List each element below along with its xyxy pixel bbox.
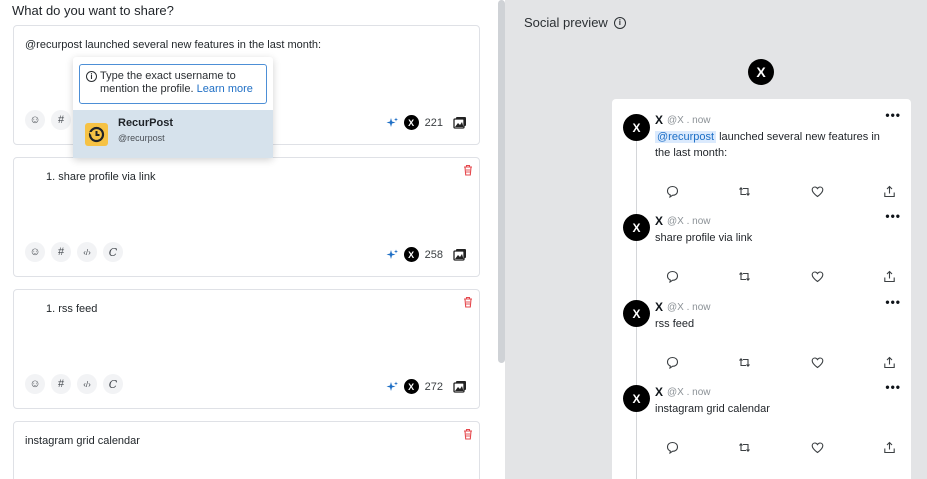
share-icon[interactable] bbox=[883, 441, 896, 454]
avatar: X bbox=[623, 385, 650, 412]
hashtag-icon[interactable]: # bbox=[51, 242, 71, 262]
tweet-meta: @X . now bbox=[667, 115, 711, 126]
tweet-actions bbox=[666, 356, 896, 369]
tweet-author: X bbox=[655, 214, 664, 228]
card-toolbar: ☺ # ‹/› C bbox=[25, 374, 123, 394]
mention-suggestion-recurpost[interactable]: RecurPost @recurpost bbox=[73, 110, 273, 158]
tweet-author: X bbox=[655, 300, 664, 314]
mention-tag: @recurpost bbox=[655, 131, 717, 143]
delete-icon[interactable] bbox=[463, 428, 473, 440]
character-count: 272 bbox=[424, 380, 443, 393]
post-text[interactable]: instagram grid calendar bbox=[25, 435, 140, 447]
reply-icon[interactable] bbox=[666, 270, 679, 283]
signature-icon[interactable]: C bbox=[103, 374, 123, 394]
card-meta: X 272 bbox=[386, 379, 467, 394]
share-icon[interactable] bbox=[883, 270, 896, 283]
like-icon[interactable] bbox=[811, 356, 824, 369]
suggestion-handle: @recurpost bbox=[118, 133, 165, 143]
image-icon[interactable] bbox=[453, 248, 467, 262]
post-text[interactable]: @recurpost launched several new features… bbox=[25, 39, 321, 51]
tweet-actions bbox=[666, 185, 896, 198]
image-icon[interactable] bbox=[453, 116, 467, 130]
mention-hint: i Type the exact username to mention the… bbox=[79, 64, 267, 104]
avatar: X bbox=[623, 214, 650, 241]
tweet-actions bbox=[666, 270, 896, 283]
tweet-body: instagram grid calendar bbox=[655, 403, 770, 415]
x-logo-icon: X bbox=[403, 379, 419, 394]
avatar: X bbox=[623, 114, 650, 141]
retweet-icon[interactable] bbox=[738, 356, 751, 369]
signature-icon[interactable]: C bbox=[103, 242, 123, 262]
hashtag-icon[interactable]: # bbox=[51, 110, 71, 130]
post-text[interactable]: 1. share profile via link bbox=[46, 171, 155, 183]
preview-title-text: Social preview bbox=[524, 15, 608, 30]
emoji-icon[interactable]: ☺ bbox=[25, 110, 45, 130]
preview-title: Social preview i bbox=[524, 15, 626, 30]
delete-icon[interactable] bbox=[463, 296, 473, 308]
character-count: 221 bbox=[424, 116, 443, 129]
hashtag-icon[interactable]: # bbox=[51, 374, 71, 394]
tweet-body: rss feed bbox=[655, 318, 695, 330]
tweet-meta: @X . now bbox=[667, 302, 711, 313]
tweet-body: share profile via link bbox=[655, 232, 753, 244]
info-icon: i bbox=[86, 71, 97, 82]
post-card-4[interactable]: instagram grid calendar bbox=[13, 421, 480, 479]
post-text[interactable]: 1. rss feed bbox=[46, 303, 97, 315]
card-toolbar: ☺ # bbox=[25, 110, 71, 130]
x-thread-preview: X X @X . now ••• @recurpost launched sev… bbox=[612, 99, 911, 479]
ai-sparkle-icon[interactable] bbox=[386, 249, 398, 261]
learn-more-link[interactable]: Learn more bbox=[197, 83, 253, 95]
code-icon[interactable]: ‹/› bbox=[77, 374, 97, 394]
mention-popup: i Type the exact username to mention the… bbox=[73, 57, 273, 158]
tweet-meta: @X . now bbox=[667, 387, 711, 398]
like-icon[interactable] bbox=[811, 185, 824, 198]
suggestion-name: RecurPost bbox=[118, 117, 174, 129]
ai-sparkle-icon[interactable] bbox=[386, 381, 398, 393]
code-icon[interactable]: ‹/› bbox=[77, 242, 97, 262]
more-options-icon[interactable]: ••• bbox=[885, 209, 901, 223]
share-icon[interactable] bbox=[883, 356, 896, 369]
more-options-icon[interactable]: ••• bbox=[885, 108, 901, 122]
card-meta: X 221 bbox=[386, 115, 467, 130]
x-logo-icon: X bbox=[403, 115, 419, 130]
character-count: 258 bbox=[424, 248, 443, 261]
composer-scrollbar[interactable] bbox=[498, 0, 505, 363]
post-card-2[interactable]: 1. share profile via link ☺ # ‹/› C X 25… bbox=[13, 157, 480, 277]
composer-panel: What do you want to share? @recurpost la… bbox=[0, 0, 500, 479]
post-card-3[interactable]: 1. rss feed ☺ # ‹/› C X 272 bbox=[13, 289, 480, 409]
emoji-icon[interactable]: ☺ bbox=[25, 374, 45, 394]
like-icon[interactable] bbox=[811, 441, 824, 454]
avatar: X bbox=[623, 300, 650, 327]
composer-heading: What do you want to share? bbox=[12, 3, 174, 18]
card-toolbar: ☺ # ‹/› C bbox=[25, 242, 123, 262]
x-logo-icon[interactable]: X bbox=[748, 59, 774, 85]
card-meta: X 258 bbox=[386, 247, 467, 262]
share-icon[interactable] bbox=[883, 185, 896, 198]
tweet-body: @recurpost launched several new features… bbox=[655, 129, 895, 161]
ai-sparkle-icon[interactable] bbox=[386, 117, 398, 129]
more-options-icon[interactable]: ••• bbox=[885, 295, 901, 309]
image-icon[interactable] bbox=[453, 380, 467, 394]
like-icon[interactable] bbox=[811, 270, 824, 283]
delete-icon[interactable] bbox=[463, 164, 473, 176]
reply-icon[interactable] bbox=[666, 441, 679, 454]
tweet-author: X bbox=[655, 385, 664, 399]
retweet-icon[interactable] bbox=[738, 441, 751, 454]
social-preview-panel: Social preview i X X X @X . now ••• @rec… bbox=[505, 0, 927, 479]
info-icon[interactable]: i bbox=[613, 16, 626, 29]
emoji-icon[interactable]: ☺ bbox=[25, 242, 45, 262]
tweet-meta: @X . now bbox=[667, 216, 711, 227]
reply-icon[interactable] bbox=[666, 185, 679, 198]
retweet-icon[interactable] bbox=[738, 270, 751, 283]
more-options-icon[interactable]: ••• bbox=[885, 380, 901, 394]
retweet-icon[interactable] bbox=[738, 185, 751, 198]
tweet-author: X bbox=[655, 113, 664, 127]
tweet-actions bbox=[666, 441, 896, 454]
recurpost-logo-icon bbox=[85, 123, 108, 146]
reply-icon[interactable] bbox=[666, 356, 679, 369]
x-logo-icon: X bbox=[403, 247, 419, 262]
